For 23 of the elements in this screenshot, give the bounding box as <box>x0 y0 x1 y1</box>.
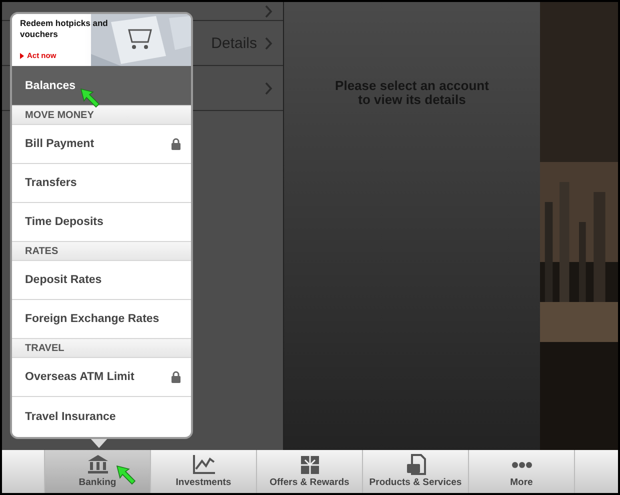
lock-icon <box>171 371 181 383</box>
chevron-icon <box>265 36 273 50</box>
document-card-icon <box>406 454 426 475</box>
menu-item[interactable]: Balances <box>12 66 191 106</box>
tab[interactable]: Offers & Rewards <box>257 450 363 493</box>
bank-icon <box>88 455 108 474</box>
tab[interactable]: Investments <box>151 450 257 493</box>
chevron-icon <box>265 4 273 18</box>
line-chart-icon <box>192 455 214 474</box>
triangle-icon <box>20 52 24 58</box>
section-header: RATES <box>12 242 191 261</box>
tab[interactable]: More <box>469 450 575 493</box>
lock-icon <box>171 138 181 150</box>
pointer-arrow-icon <box>116 465 136 485</box>
banner-title: Redeem hotpicks and vouchers <box>20 18 109 40</box>
tab[interactable]: Banking <box>45 450 151 493</box>
pointer-arrow-icon <box>80 88 100 108</box>
tab[interactable]: Products & Services <box>363 450 469 493</box>
section-header: TRAVEL <box>12 339 191 358</box>
section-header: MOVE MONEY <box>12 106 191 125</box>
gift-icon <box>300 455 320 475</box>
more-dots-icon <box>512 462 532 468</box>
chevron-icon <box>265 82 273 94</box>
